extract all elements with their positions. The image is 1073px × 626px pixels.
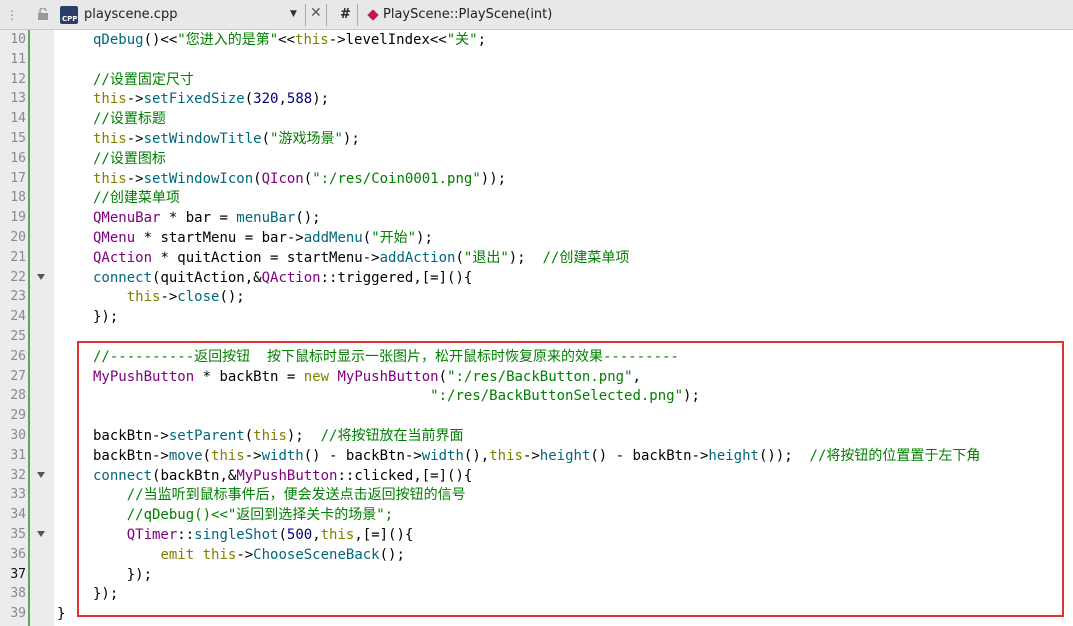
symbol-selector[interactable]: PlayScene::PlayScene(int) xyxy=(383,7,552,22)
code-text: //创建菜单项 xyxy=(93,190,180,207)
editor-toolbar: ⋮ CPP playscene.cpp ▼ ✕ # PlayScene::Pla… xyxy=(0,0,1073,30)
line-number: 23 xyxy=(10,289,26,305)
line-number: 29 xyxy=(10,408,26,424)
line-number: 15 xyxy=(10,131,26,146)
toolbar-grip-icon[interactable]: ⋮ xyxy=(6,8,18,22)
code-line[interactable]: 13 this->setFixedSize(320,588); xyxy=(0,89,1073,109)
line-number: 21 xyxy=(10,249,26,265)
line-number: 31 xyxy=(10,447,26,463)
fold-toggle-icon[interactable] xyxy=(37,471,45,478)
code-text: qDebug()<<"您进入的是第"<<this->levelIndex<<"关… xyxy=(93,32,487,48)
cpp-file-icon: CPP xyxy=(60,6,78,24)
close-document-icon[interactable]: ✕ xyxy=(310,5,322,21)
fold-toggle-icon[interactable] xyxy=(37,273,45,280)
line-number: 20 xyxy=(10,230,26,245)
code-text: QMenu * startMenu = bar->addMenu("开始"); xyxy=(93,230,433,246)
line-number: 19 xyxy=(10,210,26,226)
line-number: 30 xyxy=(10,428,26,443)
code-text: this->setWindowTitle("游戏场景"); xyxy=(93,131,360,147)
code-text: //设置标题 xyxy=(93,111,166,128)
line-number: 11 xyxy=(10,51,26,67)
code-line[interactable]: 24}); xyxy=(0,307,1073,327)
fold-toggle-icon[interactable] xyxy=(37,531,45,537)
toolbar-divider xyxy=(357,4,358,26)
line-number: 14 xyxy=(10,111,26,127)
line-number: 24 xyxy=(10,309,26,325)
line-number: 22 xyxy=(10,269,26,285)
toolbar-divider xyxy=(305,4,306,26)
code-line[interactable]: 19 QMenuBar * bar = menuBar(); xyxy=(0,208,1073,228)
code-line[interactable]: 10 qDebug()<<"您进入的是第"<<this->levelIndex<<… xyxy=(0,30,1073,50)
code-text: QAction * quitAction = startMenu->addAct… xyxy=(93,249,630,266)
code-line[interactable]: 22 connect(quitAction,&QAction::triggered… xyxy=(0,268,1073,288)
file-selector[interactable]: playscene.cpp xyxy=(84,7,177,22)
code-text: connect(quitAction,&QAction::triggered,[… xyxy=(93,269,473,286)
code-text: }); xyxy=(93,309,119,326)
line-number: 37 xyxy=(10,566,26,582)
line-number: 27 xyxy=(10,368,26,384)
code-text: this->close(); xyxy=(126,289,245,306)
line-number: 34 xyxy=(10,507,26,523)
code-line[interactable]: 17 this->setWindowIcon(QIcon(":/res/Coin0… xyxy=(0,169,1073,189)
line-number: 18 xyxy=(10,190,26,206)
code-line[interactable]: 20 QMenu * startMenu = bar->addMenu("开始")… xyxy=(0,228,1073,248)
code-line[interactable]: 21 QAction * quitAction = startMenu->addA… xyxy=(0,248,1073,268)
line-number: 33 xyxy=(10,487,26,503)
function-symbol-icon xyxy=(367,9,379,21)
code-line[interactable]: 23 this->close(); xyxy=(0,287,1073,307)
code-line[interactable]: 11 xyxy=(0,50,1073,70)
line-number: 25 xyxy=(10,329,26,344)
code-text: } xyxy=(57,606,66,623)
toolbar-divider xyxy=(326,4,327,26)
line-number: 38 xyxy=(10,586,26,602)
code-text: this->setFixedSize(320,588); xyxy=(93,91,330,108)
chevron-down-icon[interactable]: ▼ xyxy=(290,9,297,19)
line-number: 13 xyxy=(10,91,26,107)
code-line[interactable]: 15 this->setWindowTitle("游戏场景"); xyxy=(0,129,1073,149)
symbol-hash-label: # xyxy=(340,7,351,22)
code-text: this->setWindowIcon(QIcon(":/res/Coin000… xyxy=(93,170,507,187)
line-number: 10 xyxy=(10,32,26,47)
code-text: //设置图标 xyxy=(93,150,166,167)
line-number: 12 xyxy=(10,71,26,87)
line-number: 17 xyxy=(10,170,26,186)
code-line[interactable]: 14 //设置标题 xyxy=(0,109,1073,129)
unlock-icon[interactable] xyxy=(38,8,48,20)
code-text: //设置固定尺寸 xyxy=(93,71,194,88)
line-number: 28 xyxy=(10,388,26,404)
line-number: 16 xyxy=(10,150,26,166)
line-number: 35 xyxy=(10,527,26,542)
line-number: 26 xyxy=(10,348,26,364)
red-highlight-box xyxy=(77,341,1064,617)
code-line[interactable]: 12 //设置固定尺寸 xyxy=(0,70,1073,90)
code-text: QMenuBar * bar = menuBar(); xyxy=(93,210,321,227)
line-number: 32 xyxy=(10,467,26,483)
line-number: 36 xyxy=(10,546,26,562)
line-number: 39 xyxy=(10,606,26,622)
code-line[interactable]: 18 //创建菜单项 xyxy=(0,188,1073,208)
code-line[interactable]: 16 //设置图标 xyxy=(0,149,1073,169)
